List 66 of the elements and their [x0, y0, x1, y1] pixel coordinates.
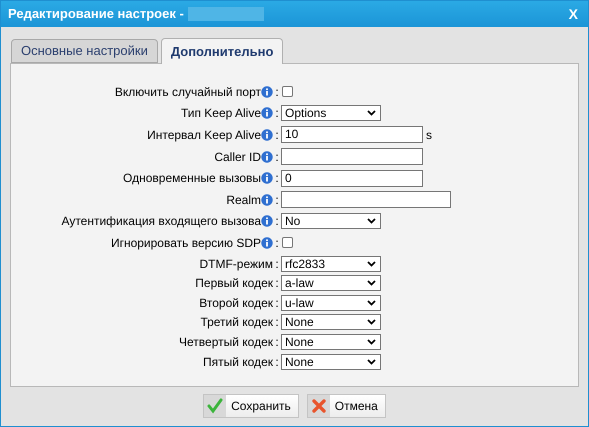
field-label: Пятый кодек: [202, 354, 273, 371]
window-title: Редактирование настроек -: [8, 5, 184, 24]
unit-label: s: [426, 126, 432, 144]
check-icon: [207, 398, 224, 414]
field-label: Аутентификация входящего вызова: [61, 213, 261, 230]
colon: :: [274, 126, 280, 144]
checkbox[interactable]: [282, 237, 293, 248]
chevron-down-icon: [367, 218, 376, 224]
field-label: Realm: [226, 192, 261, 209]
dropdown[interactable]: No: [281, 213, 381, 230]
colon: :: [274, 354, 280, 371]
chevron-down-icon: [367, 110, 376, 116]
info-icon[interactable]: [261, 172, 273, 184]
info-icon[interactable]: [261, 150, 273, 163]
info-icon[interactable]: [261, 194, 273, 206]
colon: :: [274, 275, 280, 292]
field-label: Игнорировать версию SDP: [110, 234, 261, 252]
colon: :: [274, 84, 280, 101]
info-icon[interactable]: [261, 128, 273, 141]
field-label: Интервал Keep Alive: [147, 126, 261, 144]
field-label: Одновременные вызовы: [123, 170, 261, 188]
colon: :: [274, 170, 280, 188]
field-label: Caller ID: [214, 148, 261, 166]
dropdown[interactable]: a-law: [281, 275, 381, 292]
chevron-down-icon: [367, 338, 376, 345]
chevron-down-icon: [367, 319, 376, 326]
chevron-down-icon: [367, 300, 376, 306]
field-label: Второй кодек: [199, 294, 273, 312]
chevron-down-icon: [367, 280, 376, 286]
info-icon[interactable]: [261, 236, 273, 249]
input-field[interactable]: 0: [281, 170, 423, 187]
colon: :: [274, 294, 280, 312]
dropdown[interactable]: None: [281, 334, 381, 350]
colon: :: [274, 148, 280, 166]
dropdown[interactable]: None: [281, 354, 381, 370]
colon: :: [274, 192, 280, 209]
colon: :: [274, 256, 280, 273]
colon: :: [274, 334, 280, 351]
cross-icon: [310, 398, 327, 414]
tab[interactable]: Основные настройки: [11, 39, 158, 63]
dropdown[interactable]: Options: [281, 105, 381, 122]
colon: :: [274, 234, 280, 252]
field-label: Тип Keep Alive: [180, 105, 261, 122]
chevron-down-icon: [367, 260, 376, 267]
info-icon[interactable]: [261, 86, 273, 98]
input-field[interactable]: 10: [281, 126, 423, 144]
input-field[interactable]: [281, 148, 423, 166]
field-label: Четвертый кодек: [179, 334, 273, 351]
tab[interactable]: Дополнительно: [160, 38, 284, 64]
colon: :: [274, 105, 280, 122]
dropdown[interactable]: None: [281, 314, 381, 330]
colon: :: [274, 314, 280, 332]
checkbox[interactable]: [282, 86, 293, 98]
dropdown[interactable]: u-law: [281, 294, 381, 311]
info-icon[interactable]: [261, 107, 273, 120]
dropdown[interactable]: rfc2833: [281, 256, 381, 272]
field-label: Третий кодек: [200, 314, 273, 332]
input-field[interactable]: [281, 191, 451, 208]
field-label: Включить случайный порт: [114, 84, 261, 101]
cancel-button[interactable]: Отмена: [306, 394, 386, 418]
save-button[interactable]: Сохранить: [203, 394, 299, 418]
chevron-down-icon: [367, 358, 376, 365]
info-icon[interactable]: [261, 215, 273, 228]
field-label: Первый кодек: [195, 275, 273, 292]
field-label: DTMF-режим: [199, 256, 273, 273]
colon: :: [274, 213, 280, 230]
